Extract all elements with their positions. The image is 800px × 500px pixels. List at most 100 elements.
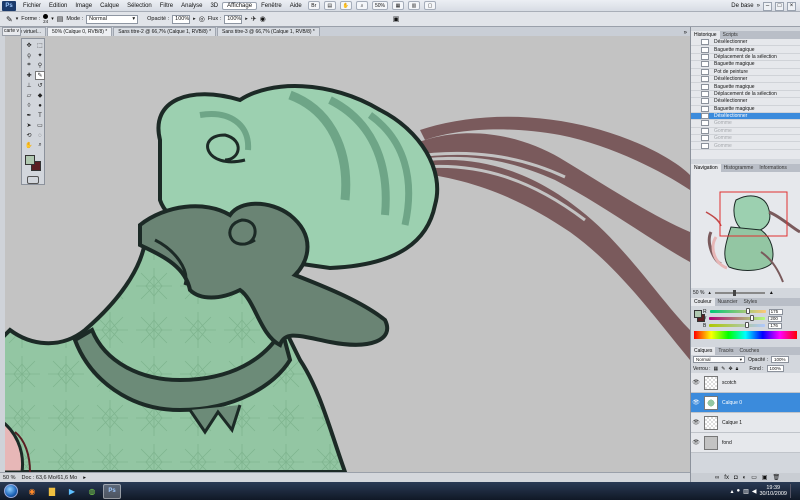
blur-tool-icon[interactable]: ◊ (24, 101, 34, 110)
tab-calques[interactable]: Calques (691, 347, 716, 355)
3d-rotate-tool-icon[interactable]: ⟲ (24, 131, 34, 140)
history-item[interactable]: Baguette magique (691, 46, 800, 54)
document-canvas[interactable] (0, 36, 690, 472)
show-desktop-button[interactable] (790, 484, 796, 498)
eye-icon[interactable]: 👁︎ (691, 419, 701, 426)
tray-arrow-icon[interactable]: ▴ (731, 488, 734, 495)
history-item[interactable]: Désélectionner (691, 112, 800, 121)
history-item[interactable]: Baguette magique (691, 61, 800, 69)
tab-informations[interactable]: Informations (756, 164, 790, 172)
menu-edition[interactable]: Edition (45, 3, 71, 9)
tab-navigation[interactable]: Navigation (691, 164, 721, 172)
photoshop-task-icon[interactable]: Ps (103, 483, 121, 499)
pen-tool-icon[interactable]: ✒ (24, 111, 34, 120)
magic-wand-tool-icon[interactable]: ✦ (35, 51, 45, 60)
tab-couches[interactable]: Couches (736, 347, 762, 355)
navigator-zoom-value[interactable]: 50 % (693, 290, 704, 296)
spotify-icon[interactable]: ◍ (83, 484, 101, 499)
chevron-right-icon[interactable]: ▸ (193, 16, 196, 22)
volume-icon[interactable]: ◀ (752, 488, 757, 495)
clock[interactable]: 19:39 30/10/2009 (759, 485, 787, 498)
eye-icon[interactable]: 👁︎ (691, 399, 701, 406)
crop-tool-icon[interactable]: ⌗ (24, 61, 34, 70)
history-item[interactable]: Baguette magique (691, 83, 800, 91)
channel-value-field[interactable]: 175 (768, 308, 783, 315)
brush-panel-icon[interactable]: ▤ (57, 15, 64, 23)
eraser-tool-icon[interactable]: ▱ (24, 91, 34, 100)
tab-nuancier[interactable]: Nuancier (715, 298, 741, 306)
bridge-button[interactable]: Br (307, 1, 320, 10)
layers-opacity-field[interactable]: 100% (771, 356, 789, 363)
history-item[interactable]: Désélectionner (691, 76, 800, 84)
menu-image[interactable]: Image (71, 3, 96, 9)
chevron-right-icon[interactable]: ▸ (83, 475, 86, 481)
tab-couleur[interactable]: Couleur (691, 298, 715, 306)
foreground-color-swatch[interactable] (694, 310, 702, 318)
maximize-button[interactable]: □ (775, 1, 784, 11)
menu-selection[interactable]: Sélection (123, 3, 156, 9)
zoom-tool-icon[interactable]: ⌕ (35, 141, 45, 150)
network-icon[interactable]: ▥ (743, 488, 749, 495)
tab-traces[interactable]: Tracés (715, 347, 736, 355)
navigator-preview[interactable] (691, 172, 800, 288)
chevron-down-icon[interactable]: ▾ (51, 16, 54, 22)
history-item[interactable]: Désélectionner (691, 39, 800, 47)
new-layer-icon[interactable]: ▣ (762, 474, 768, 481)
layer-row[interactable]: 👁︎ fond (691, 433, 800, 453)
tab-document-4[interactable]: Sans titre-3 @ 66,7% (Calque 1, RVB/8) * (217, 27, 320, 36)
history-item[interactable]: Déplacement de la sélection (691, 53, 800, 62)
tablet-pressure-icon[interactable]: ◎ (199, 15, 205, 23)
dodge-tool-icon[interactable]: ● (35, 101, 45, 110)
slider-knob[interactable] (745, 322, 750, 328)
start-button[interactable] (4, 484, 18, 498)
history-item[interactable]: Gomme (691, 142, 800, 150)
slider-knob[interactable] (749, 315, 754, 321)
chevron-down-icon[interactable]: ▾ (16, 16, 19, 22)
menu-fenetre[interactable]: Fenêtre (257, 3, 286, 9)
history-item[interactable]: Gomme (691, 127, 800, 136)
menu-3d[interactable]: 3D (206, 3, 222, 9)
media-player-icon[interactable]: ▶ (63, 484, 81, 499)
paint-bucket-tool-icon[interactable]: ◆ (35, 91, 45, 100)
eyedropper-tool-icon[interactable]: ⚲ (35, 61, 45, 70)
menu-analyse[interactable]: Analyse (177, 3, 206, 9)
eye-icon[interactable]: 👁︎ (691, 439, 701, 446)
clone-source-icon[interactable]: ▣ (393, 15, 400, 23)
tab-historique[interactable]: Historique (691, 31, 720, 39)
eye-icon[interactable]: 👁︎ (691, 379, 701, 386)
tab-styles[interactable]: Styles (741, 298, 761, 306)
move-tool-icon[interactable]: ✥ (24, 41, 34, 50)
zoom-view-button[interactable]: ⌕ (356, 1, 368, 10)
adjustment-icon[interactable]: ◐ (743, 475, 747, 481)
zoom-out-icon[interactable]: ▴ (708, 290, 711, 296)
channel-value-field[interactable]: 200 (768, 315, 783, 322)
trash-icon[interactable]: 🗑︎ (773, 474, 781, 481)
chevron-double-icon[interactable]: » (757, 3, 760, 9)
quick-mask-button[interactable] (27, 176, 39, 184)
channel-slider[interactable] (709, 315, 766, 321)
blend-mode-select[interactable]: Normal ▾ (693, 356, 745, 363)
tab-document-2[interactable]: 50% (Calque 0, RVB/8) * (47, 27, 113, 36)
channel-slider[interactable] (709, 322, 766, 328)
status-doc-size[interactable]: Doc : 63,6 Mo/61,6 Mo (22, 475, 78, 481)
channel-value-field[interactable]: 176 (768, 322, 783, 329)
color-spectrum[interactable] (694, 331, 797, 339)
tab-histogramme[interactable]: Histogramme (721, 164, 757, 172)
tab-carte-virtuelle[interactable]: carte v (2, 27, 21, 36)
mode-select[interactable]: Normal ▾ (86, 14, 139, 24)
history-item[interactable]: Désélectionner (691, 98, 800, 106)
lock-pixels-icon[interactable]: ✎ (721, 366, 725, 372)
path-selection-tool-icon[interactable]: ➤ (24, 121, 34, 130)
menu-filtre[interactable]: Filtre (156, 3, 177, 9)
mini-bridge-button[interactable]: ▤ (323, 1, 336, 10)
workspace-select[interactable]: De base (731, 3, 753, 9)
menu-fichier[interactable]: Fichier (19, 3, 45, 9)
zoom-in-icon[interactable]: ▲ (769, 290, 774, 296)
history-brush-tool-icon[interactable]: ↺ (35, 81, 45, 90)
lock-transparency-icon[interactable]: ▦ (714, 366, 719, 372)
group-icon[interactable]: ▭ (751, 474, 757, 481)
opacite-field[interactable]: 100% (172, 14, 191, 24)
link-layers-icon[interactable]: ∞ (715, 475, 719, 481)
close-button[interactable]: × (787, 1, 796, 11)
zoom-level-select[interactable]: 50% (372, 1, 389, 10)
